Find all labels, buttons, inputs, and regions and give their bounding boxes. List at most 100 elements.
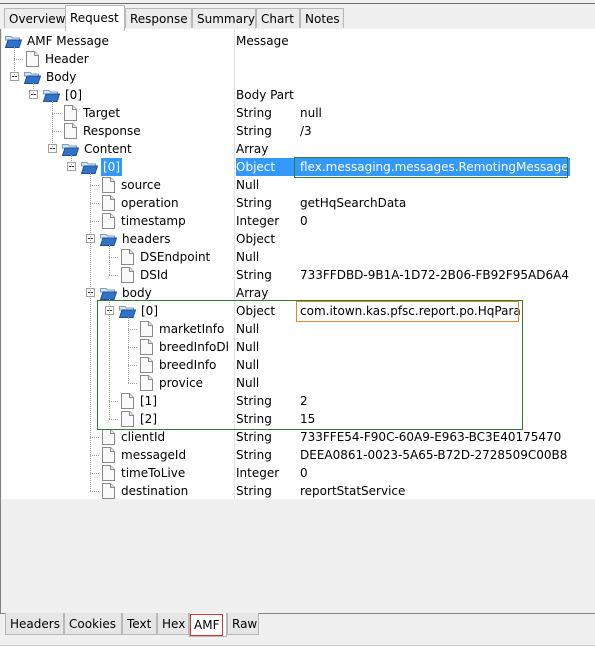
node-name: destination (121, 484, 189, 498)
file-icon (102, 465, 115, 481)
tree-row[interactable]: Body (2, 68, 595, 86)
node-type: Object (236, 232, 276, 246)
node-value: 0 (300, 214, 308, 228)
tab-raw[interactable]: Raw (227, 613, 259, 635)
node-type: Null (236, 358, 260, 372)
tab-text[interactable]: Text (122, 613, 157, 635)
tree-connector (109, 401, 118, 402)
tab-cookies[interactable]: Cookies (64, 613, 122, 635)
tree-node[interactable]: breedInfo (138, 356, 218, 374)
node-type: Object (236, 304, 276, 318)
node-name: headers (122, 232, 171, 246)
tree-connector (128, 347, 137, 348)
folder-open-icon (4, 35, 23, 48)
node-name: DSId (140, 268, 169, 282)
tree-node[interactable]: Header (24, 50, 91, 68)
tree-node[interactable]: operation (100, 194, 181, 212)
node-type: Null (236, 250, 260, 264)
node-name: [2] (140, 412, 157, 426)
node-type: Integer (236, 466, 280, 480)
node-value: /3 (300, 124, 312, 138)
node-value: 2 (300, 394, 308, 408)
tree-node[interactable]: provice (138, 374, 205, 392)
tree-node[interactable]: clientId (100, 428, 167, 446)
node-name: operation (121, 196, 179, 210)
node-type: String (236, 430, 272, 444)
tree-node[interactable]: breedInfoDl (138, 338, 231, 356)
node-name: [0] (101, 158, 122, 176)
amf-panel: AMF Message Message Header Body [0] Body Part… (0, 29, 595, 614)
node-name: Body (46, 70, 77, 84)
folder-open-icon (99, 287, 118, 300)
file-icon (140, 375, 153, 391)
tree-node[interactable]: messageId (100, 446, 188, 464)
node-name: body (122, 286, 152, 300)
node-name: [0] (141, 304, 158, 318)
amf-tree-view[interactable]: AMF Message Message Header Body [0] Body Part… (2, 29, 595, 499)
node-value: 733FFDBD-9B1A-1D72-2B06-FB92F95AD6A4 (300, 268, 569, 282)
node-name: provice (159, 376, 204, 390)
node-value: getHqSearchData (300, 196, 407, 210)
tree-node[interactable]: Response (62, 122, 143, 140)
node-name: breedInfo (159, 358, 217, 372)
node-name: source (121, 178, 161, 192)
tree-node[interactable]: destination (100, 482, 190, 500)
tab-hex[interactable]: Hex (157, 613, 189, 635)
tab-chart[interactable]: Chart (256, 8, 300, 28)
node-type: String (236, 124, 272, 138)
node-type: String (236, 484, 272, 498)
tree-connector (128, 329, 137, 330)
tab-headers[interactable]: Headers (5, 613, 64, 635)
tree-node[interactable]: [0] (42, 86, 84, 104)
tab-amf-label: AMF (190, 614, 224, 636)
tab-overview[interactable]: Overview (4, 8, 66, 28)
node-type: Null (236, 322, 260, 336)
node-name: Content (84, 142, 132, 156)
tree-node[interactable]: [1] (119, 392, 159, 410)
tree-node[interactable]: DSEndpoint (119, 248, 212, 266)
tree-row[interactable]: [0] Body Part (2, 86, 595, 104)
tree-node[interactable]: [0] (80, 158, 122, 176)
tree-node[interactable]: Content (61, 140, 134, 158)
tab-response[interactable]: Response (125, 8, 192, 28)
folder-open-icon (99, 233, 118, 246)
tree-row[interactable]: Response String/3 (2, 122, 595, 140)
file-icon (64, 105, 77, 121)
node-type: Null (236, 178, 260, 192)
tree-node[interactable]: source (100, 176, 163, 194)
tree-node[interactable]: Target (62, 104, 122, 122)
file-icon (121, 393, 134, 409)
file-icon (102, 447, 115, 463)
tree-node[interactable]: [0] (118, 302, 160, 320)
tree-node[interactable]: headers (99, 230, 173, 248)
tree-node[interactable]: timeToLive (100, 464, 187, 482)
tree-node[interactable]: [2] (119, 410, 159, 428)
tree-connector (90, 185, 99, 186)
tab-request[interactable]: Request (65, 5, 125, 31)
tree-row[interactable]: Content Array (2, 140, 595, 158)
tree-node[interactable]: timestamp (100, 212, 188, 230)
file-icon (102, 213, 115, 229)
tree-connector (90, 221, 99, 222)
tree-node[interactable]: DSId (119, 266, 170, 284)
tree-connector (128, 365, 137, 366)
file-icon (121, 267, 134, 283)
tree-row[interactable]: AMF Message Message (2, 32, 595, 50)
tree-node[interactable]: marketInfo (138, 320, 226, 338)
node-value: 733FFE54-F90C-60A9-E963-BC3E40175470 (300, 430, 562, 444)
node-name: messageId (121, 448, 187, 462)
tree-connector (33, 83, 34, 95)
tab-summary[interactable]: Summary (192, 8, 256, 28)
node-value: flex.messaging.messages.RemotingMessage (298, 158, 570, 176)
node-value: com.itown.kas.pfsc.report.po.HqPara (300, 304, 521, 318)
tab-amf[interactable]: AMF (189, 613, 227, 637)
tree-row[interactable]: Target String null (2, 104, 595, 122)
node-name: clientId (121, 430, 166, 444)
node-name: timestamp (121, 214, 186, 228)
tab-notes[interactable]: Notes (300, 8, 344, 28)
tree-node[interactable]: AMF Message (4, 32, 111, 50)
tree-row[interactable]: Header (2, 50, 595, 68)
node-type: String (236, 412, 272, 426)
node-name: Response (83, 124, 141, 138)
tree-connector (128, 383, 137, 384)
